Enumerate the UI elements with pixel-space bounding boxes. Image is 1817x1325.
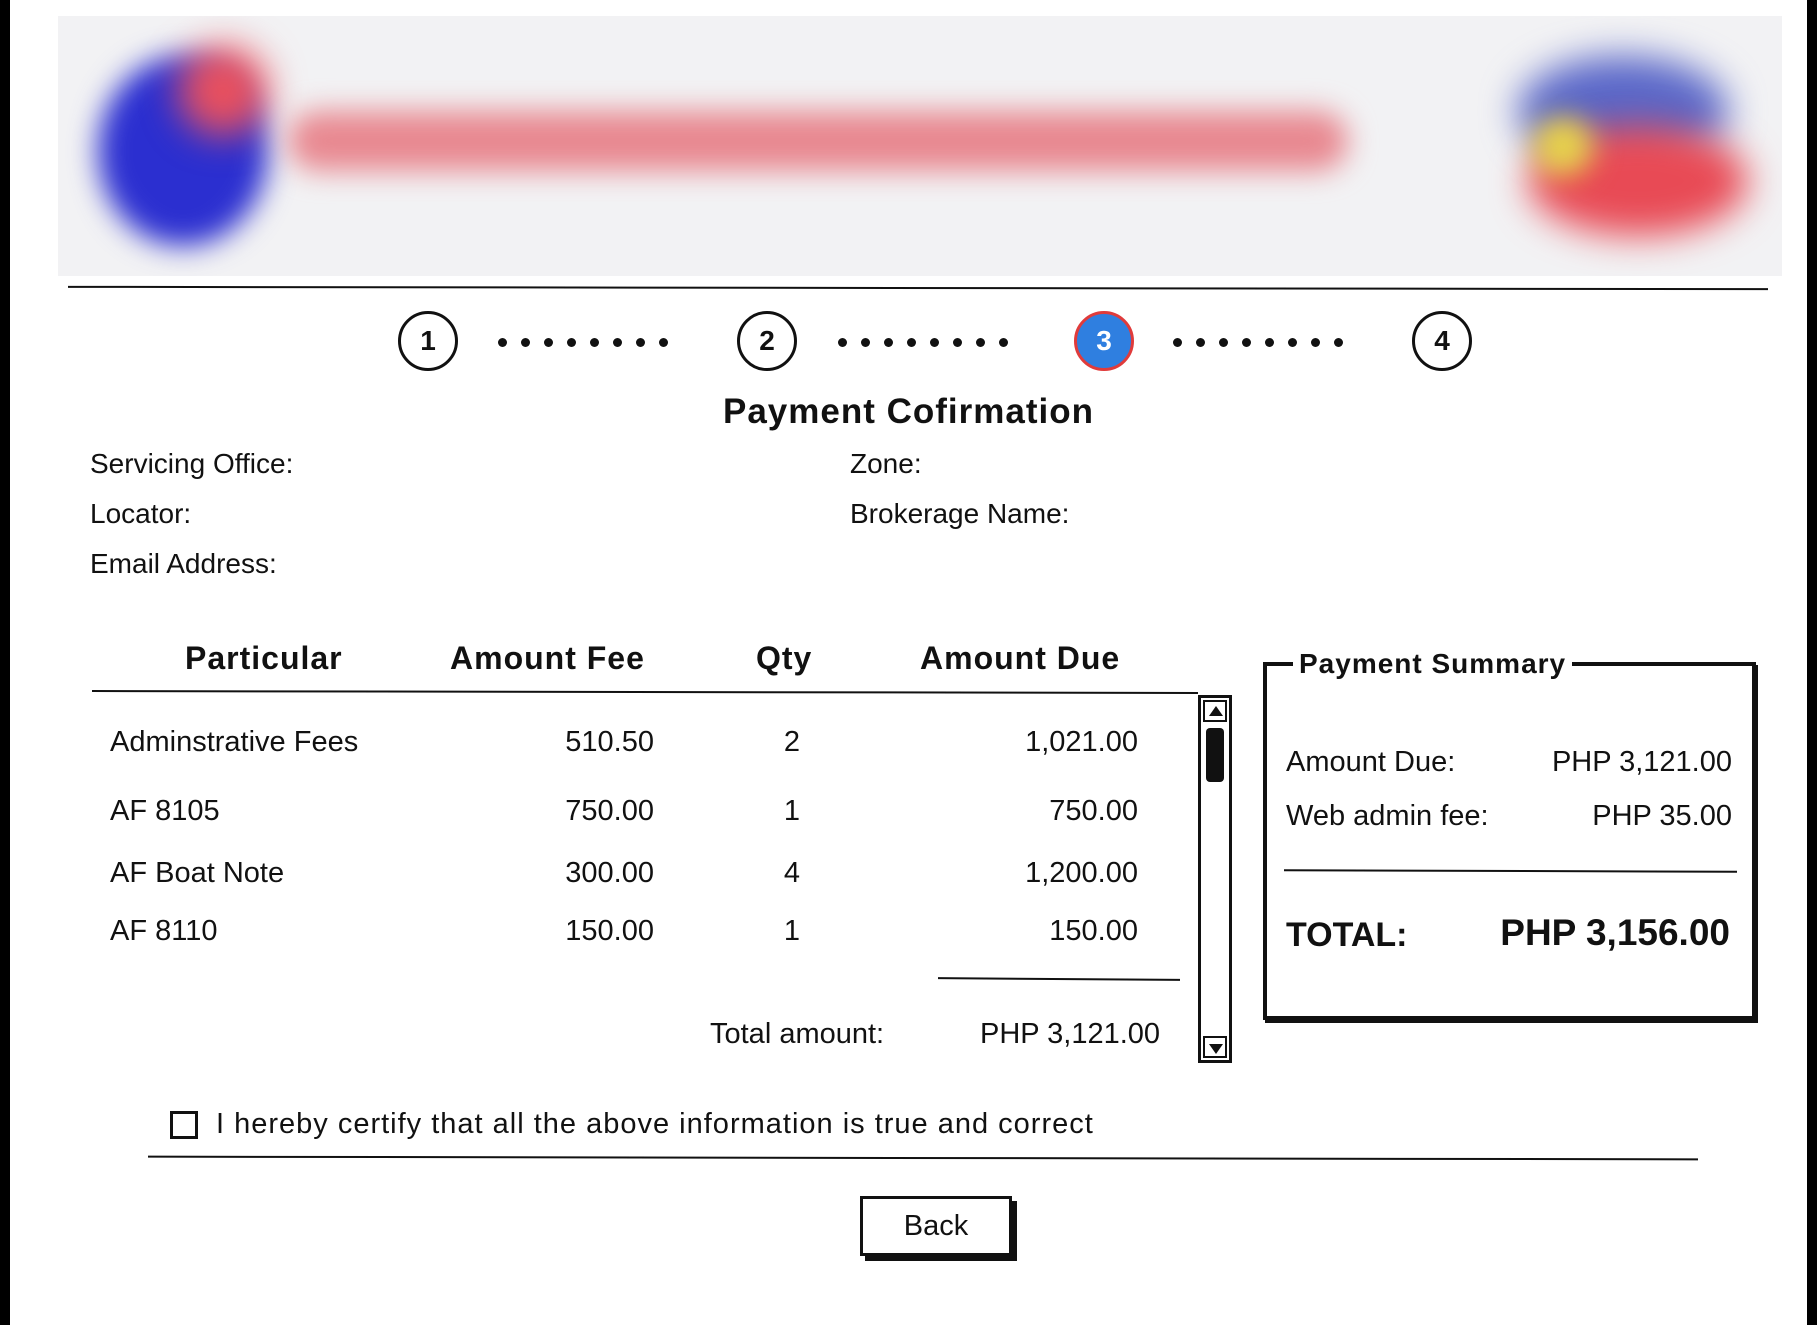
page-frame: 1 2 3 4 Payment Cofirmation Servicing Of… <box>10 0 1807 1325</box>
page-title: Payment Cofirmation <box>723 392 1094 431</box>
footer-divider <box>147 1155 1699 1161</box>
banner-title-blurred <box>288 111 1348 171</box>
summary-total-value: PHP 3,156.00 <box>1500 912 1730 953</box>
total-amount-value: PHP 3,121.00 <box>980 1018 1161 1050</box>
column-header-amount-due: Amount Due <box>920 640 1121 676</box>
certify-label[interactable]: I hereby certify that all the above info… <box>216 1108 1094 1141</box>
table-row-fee: 510.50 <box>565 726 654 758</box>
table-row-particular: AF 8110 <box>110 915 218 947</box>
column-header-particular: Particular <box>185 640 343 676</box>
table-row-due: 1,200.00 <box>1025 857 1138 889</box>
summary-divider <box>1283 869 1738 873</box>
header-banner <box>58 16 1782 276</box>
header-divider <box>67 285 1769 291</box>
step-2: 2 <box>737 311 797 371</box>
step-3-active: 3 <box>1074 311 1134 371</box>
back-button[interactable]: Back <box>860 1196 1012 1256</box>
step-connector <box>1173 338 1343 347</box>
summary-amount-due-label: Amount Due: <box>1286 746 1456 778</box>
summary-web-fee-value: PHP 35.00 <box>1592 800 1732 832</box>
step-1: 1 <box>398 311 458 371</box>
table-row-particular: AF Boat Note <box>110 857 285 889</box>
scroll-thumb[interactable] <box>1206 728 1224 782</box>
table-row-particular: Adminstrative Fees <box>110 726 359 758</box>
table-row-due: 150.00 <box>1049 915 1138 947</box>
column-header-qty: Qty <box>756 640 813 676</box>
summary-total-label: TOTAL: <box>1286 916 1408 954</box>
column-header-amount-fee: Amount Fee <box>450 640 645 676</box>
zone-label: Zone: <box>850 448 922 479</box>
table-row-fee: 750.00 <box>565 795 654 827</box>
summary-amount-due-value: PHP 3,121.00 <box>1551 746 1732 778</box>
certify-checkbox[interactable] <box>170 1110 198 1139</box>
table-header-divider <box>91 690 1199 694</box>
scroll-up-arrow-icon[interactable] <box>1203 700 1227 722</box>
table-row-due: 1,021.00 <box>1025 726 1138 758</box>
total-divider <box>937 977 1181 981</box>
table-row-qty: 1 <box>783 915 801 947</box>
logo-right-star <box>1533 116 1593 176</box>
total-amount-label: Total amount: <box>710 1018 885 1050</box>
payment-summary-panel: Payment Summary Amount Due: PHP 3,121.00… <box>1263 648 1756 1020</box>
table-scrollbar[interactable] <box>1198 695 1232 1063</box>
step-connector <box>838 338 1008 347</box>
servicing-office-label: Servicing Office: <box>90 448 294 479</box>
table-row-qty: 1 <box>783 795 801 827</box>
table-row-qty: 4 <box>783 857 801 889</box>
step-connector <box>498 338 668 347</box>
locator-label: Locator: <box>90 498 192 529</box>
logo-left-accent <box>178 46 268 136</box>
table-row-fee: 150.00 <box>565 915 654 947</box>
certify-row[interactable]: I hereby certify that all the above info… <box>170 1108 1094 1141</box>
email-address-label: Email Address: <box>90 548 277 579</box>
brokerage-name-label: Brokerage Name: <box>850 498 1070 529</box>
table-row-qty: 2 <box>783 726 801 758</box>
table-row-due: 750.00 <box>1049 795 1138 827</box>
table-row-particular: AF 8105 <box>110 795 220 827</box>
summary-web-fee-label: Web admin fee: <box>1286 800 1489 832</box>
scroll-down-arrow-icon[interactable] <box>1203 1036 1227 1058</box>
table-row-fee: 300.00 <box>565 857 654 889</box>
payment-summary-title: Payment Summary <box>1293 648 1573 680</box>
step-4: 4 <box>1412 311 1472 371</box>
